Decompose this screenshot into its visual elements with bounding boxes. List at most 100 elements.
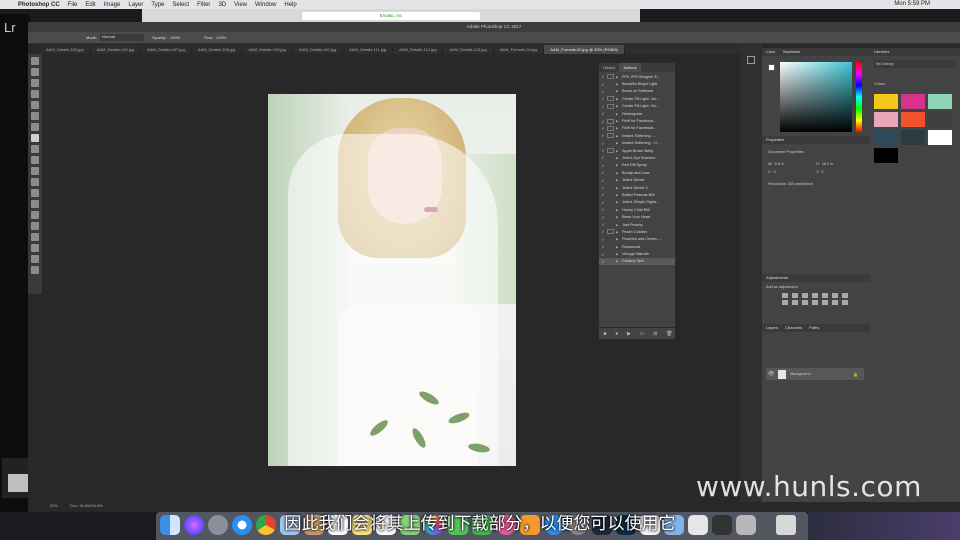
action-checkmark-icon[interactable]: ✓: [599, 207, 607, 212]
action-row[interactable]: ✓ ▶ Fixit! for Facebook...: [599, 125, 675, 132]
menu-3d[interactable]: 3D: [218, 2, 226, 8]
eye-icon[interactable]: 👁: [768, 371, 774, 377]
action-checkmark-icon[interactable]: ✓: [599, 222, 607, 227]
move-tool-icon[interactable]: [31, 57, 39, 65]
quick-select-tool-icon[interactable]: [31, 90, 39, 98]
menu-help[interactable]: Help: [284, 2, 296, 8]
zoom-status[interactable]: 33%: [50, 503, 58, 508]
menu-view[interactable]: View: [234, 2, 247, 8]
history-brush-tool-icon[interactable]: [31, 156, 39, 164]
dialog-toggle-icon[interactable]: [607, 244, 614, 249]
menu-window[interactable]: Window: [255, 2, 276, 8]
tab-doc-10[interactable]: A&M_Formals-34.jpg: [494, 45, 545, 54]
library-color-swatch[interactable]: [874, 94, 898, 109]
action-checkmark-icon[interactable]: ✓: [599, 119, 607, 124]
crop-tool-icon[interactable]: [31, 101, 39, 109]
tab-doc-9[interactable]: A&M_Details-113.jpg: [443, 45, 494, 54]
action-checkmark-icon[interactable]: ✓: [599, 96, 607, 101]
library-color-swatch[interactable]: [874, 112, 898, 127]
action-checkmark-icon[interactable]: ✓: [599, 259, 607, 264]
action-checkmark-icon[interactable]: ✓: [599, 74, 607, 79]
tab-actions[interactable]: Actions: [619, 63, 641, 72]
layer-name[interactable]: Background: [790, 372, 810, 376]
y-value[interactable]: 0: [821, 170, 823, 174]
color-balance-icon[interactable]: [842, 293, 848, 298]
action-row[interactable]: ✓ ▶ Beautiful Bright Light: [599, 80, 675, 87]
thumbnail-image[interactable]: [8, 474, 28, 492]
menu-file[interactable]: File: [68, 2, 78, 8]
tab-color[interactable]: Color: [766, 49, 776, 54]
opacity-value[interactable]: 100%: [170, 35, 180, 40]
flow-value[interactable]: 100%: [216, 35, 226, 40]
tab-doc-active[interactable]: A&M_Formals-50.jpg @ 33% (RGB/8): [544, 45, 625, 54]
marquee-tool-icon[interactable]: [31, 68, 39, 76]
action-checkmark-icon[interactable]: ✓: [599, 163, 607, 168]
path-select-tool-icon[interactable]: [31, 233, 39, 241]
action-checkmark-icon[interactable]: ✓: [599, 155, 607, 160]
tab-history[interactable]: History: [599, 63, 619, 72]
action-row[interactable]: ✓ ▶ Apple Brown Betty: [599, 147, 675, 154]
dialog-toggle-icon[interactable]: [607, 118, 614, 124]
action-row[interactable]: ✓ ▶ Center Fill Light- Ver...: [599, 95, 675, 102]
colors-section-label[interactable]: Colors: [874, 82, 885, 86]
mode-select[interactable]: Normal: [100, 34, 144, 41]
action-checkmark-icon[interactable]: ✓: [599, 126, 607, 131]
adjustments-title[interactable]: Adjustments: [762, 274, 870, 282]
dialog-toggle-icon[interactable]: [607, 155, 614, 160]
blur-tool-icon[interactable]: [31, 189, 39, 197]
play-icon[interactable]: ▶: [627, 331, 631, 337]
action-row[interactable]: ✓ ▶ Julie's Eye Brandon: [599, 154, 675, 161]
gradient-tool-icon[interactable]: [31, 178, 39, 186]
menu-layer[interactable]: Layer: [128, 2, 143, 8]
action-row[interactable]: ✓ ▶ Boiled Peanuts BW: [599, 191, 675, 198]
library-color-swatch[interactable]: [901, 130, 925, 145]
action-row[interactable]: ✓ ▶ Instant Softening - H...: [599, 140, 675, 147]
action-checkmark-icon[interactable]: ✓: [599, 185, 607, 190]
library-color-swatch[interactable]: [901, 94, 925, 109]
lock-icon[interactable]: 🔒: [853, 372, 858, 377]
dialog-toggle-icon[interactable]: [607, 215, 614, 220]
menu-image[interactable]: Image: [104, 2, 121, 8]
dialog-toggle-icon[interactable]: [607, 178, 614, 183]
menu-type[interactable]: Type: [151, 2, 164, 8]
menu-select[interactable]: Select: [172, 2, 189, 8]
lasso-tool-icon[interactable]: [31, 79, 39, 87]
tab-doc-1[interactable]: A&M_Details-103.jpg: [40, 45, 91, 54]
library-color-swatch[interactable]: [928, 94, 952, 109]
browser-url-field[interactable]: Envato, Inc: [302, 12, 480, 20]
foreground-color-swatch[interactable]: [768, 64, 775, 71]
hand-tool-icon[interactable]: [31, 255, 39, 263]
action-row[interactable]: ✓ ▶ Filmesquide: [599, 110, 675, 117]
eyedropper-tool-icon[interactable]: [31, 112, 39, 120]
tab-paths[interactable]: Paths: [809, 325, 819, 330]
action-row[interactable]: ✓ ▶ Julie's Secret: [599, 176, 675, 183]
height-value[interactable]: 16.2 in: [822, 162, 833, 166]
eraser-tool-icon[interactable]: [31, 167, 39, 175]
action-checkmark-icon[interactable]: ✓: [599, 229, 607, 234]
tab-doc-3[interactable]: A&M_Details-107.jpg: [141, 45, 192, 54]
curves-icon[interactable]: [802, 293, 808, 298]
dialog-toggle-icon[interactable]: [607, 170, 614, 175]
library-color-swatch[interactable]: [901, 112, 925, 127]
library-color-swatch[interactable]: [928, 130, 952, 145]
dialog-toggle-icon[interactable]: [607, 200, 614, 205]
dialog-toggle-icon[interactable]: [607, 74, 614, 80]
action-row[interactable]: ✓ ▶ Center Fill Light- Ho...: [599, 103, 675, 110]
channel-mixer-icon[interactable]: [802, 300, 808, 305]
libraries-title[interactable]: Libraries: [870, 48, 960, 56]
action-row[interactable]: ✓ ▶ Honey Child BW: [599, 206, 675, 213]
invert-icon[interactable]: [822, 300, 828, 305]
hue-slider[interactable]: [856, 62, 862, 132]
action-checkmark-icon[interactable]: ✓: [599, 141, 607, 146]
dialog-toggle-icon[interactable]: [607, 185, 614, 190]
dialog-toggle-icon[interactable]: [607, 82, 614, 87]
tab-channels[interactable]: Channels: [785, 325, 802, 330]
black-white-icon[interactable]: [782, 300, 788, 305]
vibrance-icon[interactable]: [822, 293, 828, 298]
action-row[interactable]: ✓ ▶ Julie's Secret 2: [599, 184, 675, 191]
threshold-icon[interactable]: [842, 300, 848, 305]
action-row[interactable]: ✓ ▶ Peaches and Cream -...: [599, 236, 675, 243]
action-row[interactable]: ✓ ▶ Vintage Warmth: [599, 250, 675, 257]
pen-tool-icon[interactable]: [31, 211, 39, 219]
dialog-toggle-icon[interactable]: [607, 125, 614, 131]
